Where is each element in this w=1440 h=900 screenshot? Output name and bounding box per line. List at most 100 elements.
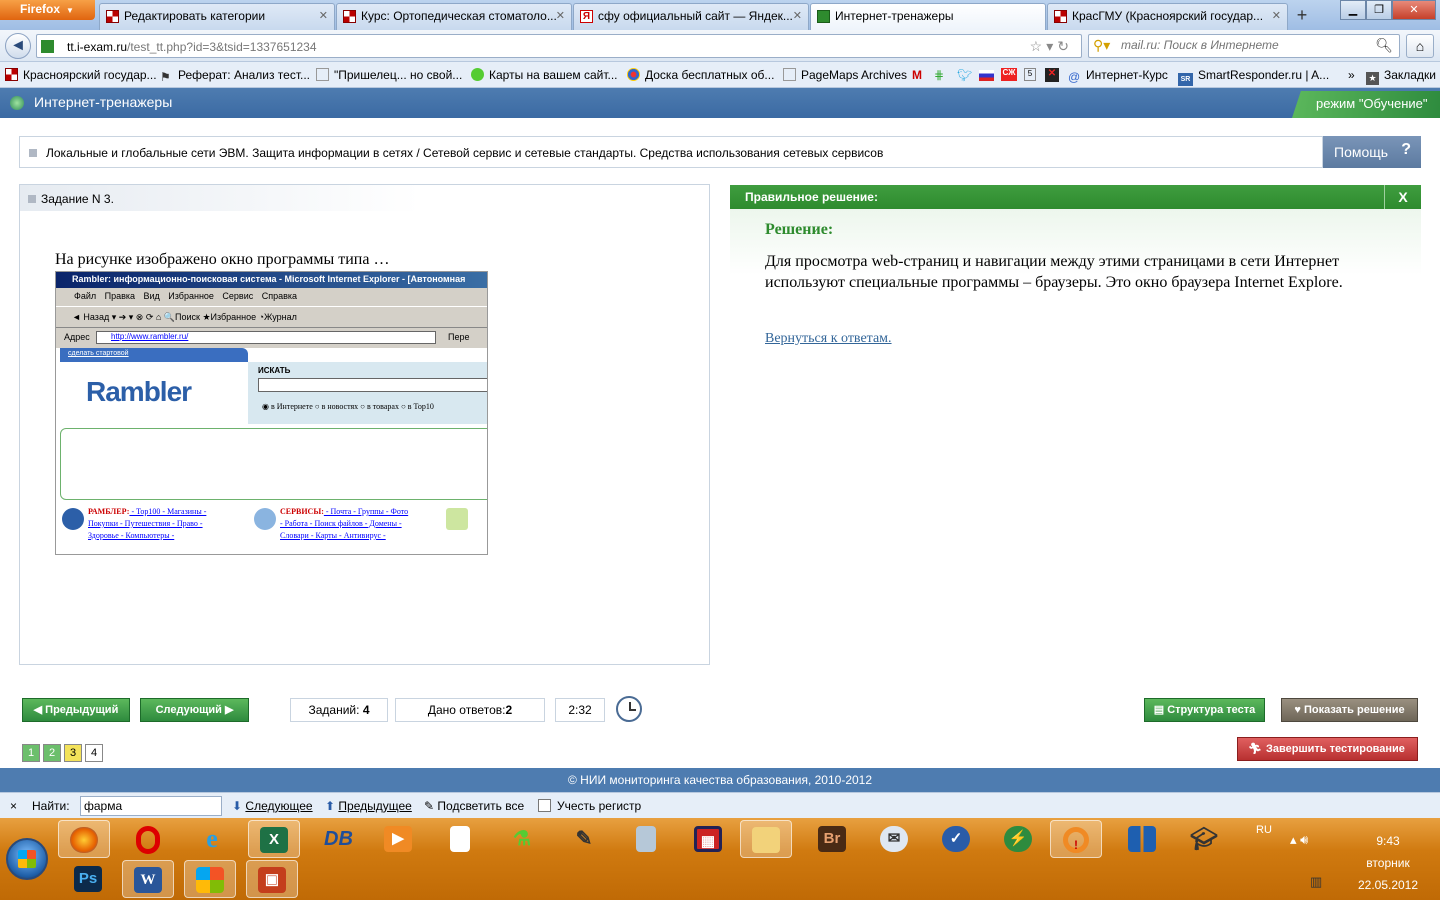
word-icon[interactable]: W [122, 860, 174, 898]
tab-course[interactable]: Курс: Ортопедическая стоматоло... ✕ [336, 3, 572, 30]
tab-edit-categories[interactable]: Редактировать категории ✕ [99, 3, 335, 30]
address-bar[interactable]: tt.i-exam.ru/test_tt.php?id=3&tsid=13376… [36, 34, 1082, 58]
url-domain: tt.i-exam.ru [67, 40, 128, 54]
language-indicator[interactable]: RU [1256, 824, 1272, 836]
volume-icon[interactable]: 🔊︎ [1300, 832, 1308, 847]
question-number[interactable]: 1 [22, 744, 40, 762]
windows-icon[interactable] [184, 860, 236, 898]
bookmarks-menu[interactable]: ★ Закладки [1366, 68, 1436, 85]
next-button[interactable]: Следующий ▶ [140, 698, 249, 722]
arrow-right-icon: ▶ [221, 704, 234, 716]
photoshop-icon[interactable]: Ps [62, 860, 114, 898]
search-box[interactable]: ⚲▾ 🔍︎ [1088, 34, 1400, 58]
bookmark-item[interactable]: Красноярский государ... [5, 68, 157, 82]
firefox-menu-button[interactable]: Firefox ▼ [0, 0, 95, 20]
back-to-answers-link[interactable]: Вернуться к ответам. [765, 331, 892, 347]
tab-yandex[interactable]: Ясфу официальный сайт — Яндек... ✕ [573, 3, 809, 30]
grid-icon[interactable] [1116, 820, 1168, 858]
twitter-icon[interactable]: 🐦︎ [957, 68, 972, 82]
hp-icon[interactable]: ✉ [868, 820, 920, 858]
star-icon[interactable]: ☆ [1030, 38, 1047, 54]
highlight-all-button[interactable]: ✎ Подсветить все [424, 799, 524, 813]
question-number[interactable]: 2 [43, 744, 61, 762]
search-input[interactable] [1121, 38, 1361, 52]
db-icon[interactable]: DB [312, 820, 364, 858]
sk-icon[interactable]: СЖ [1001, 68, 1017, 81]
question-number-current[interactable]: 3 [64, 744, 82, 762]
start-button[interactable] [6, 838, 48, 880]
file-icon[interactable] [434, 820, 486, 858]
bookmarks-more-button[interactable]: » [1348, 68, 1355, 82]
close-icon[interactable]: ✕ [793, 9, 802, 22]
network-tray-icon[interactable]: ▥ [1310, 874, 1322, 890]
security-icon[interactable]: ⚡ [992, 820, 1044, 858]
calculator-icon[interactable] [620, 820, 672, 858]
bookmark-item[interactable]: "Пришелец... но свой... [316, 68, 462, 82]
topic-text: Локальные и глобальные сети ЭВМ. Защита … [46, 146, 884, 160]
find-next-button[interactable]: ⬇ Следующее [232, 799, 313, 813]
bridge-icon[interactable]: Br [806, 820, 858, 858]
close-icon[interactable]: ✕ [556, 9, 565, 22]
help-button[interactable]: Помощь? [1323, 136, 1421, 168]
grid-bookmark-icon[interactable]: ⋕ [934, 68, 944, 82]
chevron-up-icon[interactable]: ▴ [1290, 832, 1297, 847]
globe-icon[interactable]: ✓ [930, 820, 982, 858]
number-icon[interactable]: 5 [1024, 68, 1036, 81]
test-structure-button[interactable]: ▤ Структура теста [1144, 698, 1265, 722]
close-solution-button[interactable]: X [1384, 185, 1421, 209]
reload-icon[interactable]: ↻ [1057, 38, 1073, 54]
tools-icon[interactable]: ✎ [558, 820, 610, 858]
match-case-checkbox[interactable] [538, 799, 551, 812]
find-prev-button[interactable]: ⬆ Предыдущее [325, 799, 412, 813]
alert-icon[interactable]: ! [1050, 820, 1102, 858]
firefox-icon[interactable] [58, 820, 110, 858]
bullet-icon [29, 149, 37, 157]
gmail-icon[interactable]: M [912, 68, 922, 82]
mode-badge: режим "Обучение" [1292, 91, 1440, 118]
media-icon[interactable]: ▶ [372, 820, 424, 858]
find-input[interactable] [80, 796, 222, 816]
network-icon[interactable]: ⚗ [496, 820, 548, 858]
close-icon[interactable]: × [10, 799, 17, 813]
bookmark-item[interactable]: Доска бесплатных об... [627, 68, 774, 82]
search-engine-icon[interactable]: ⚲▾ [1093, 37, 1110, 54]
question-image: Rambler: информационно-поисковая система… [55, 271, 488, 555]
powerpoint-icon[interactable]: ▣ [246, 860, 298, 898]
tab-krasgmu[interactable]: КрасГМУ (Красноярский государ... ✕ [1047, 3, 1288, 30]
window-close-button[interactable]: ✕ [1392, 0, 1436, 20]
excel-icon[interactable]: X [248, 820, 300, 858]
save-icon[interactable]: ▦ [682, 820, 734, 858]
ie-icon[interactable]: e [186, 820, 238, 858]
restore-button[interactable]: ❐ [1366, 0, 1392, 20]
minimize-button[interactable]: ▁ [1340, 0, 1366, 20]
clock[interactable]: 9:43 вторник 22.05.2012 [1348, 830, 1428, 896]
question-icon: ? [1401, 141, 1411, 158]
chess-icon [106, 10, 119, 23]
bookmark-item[interactable]: ⚑ Реферат: Анализ тест... [160, 68, 310, 84]
bookmark-item[interactable]: SR SmartResponder.ru | A... [1178, 68, 1329, 86]
back-arrow-icon[interactable]: ◄ [5, 33, 31, 59]
question-number[interactable]: 4 [85, 744, 103, 762]
new-tab-button[interactable]: + [1289, 4, 1315, 28]
site-footer: © НИИ мониторинга качества образования, … [0, 768, 1440, 792]
close-icon[interactable]: ✕ [319, 9, 328, 22]
search-icon[interactable]: 🔍︎ [1375, 37, 1393, 54]
x-icon[interactable]: ✕ [1045, 68, 1059, 82]
bookmark-item[interactable]: @ Интернет-Курс [1068, 68, 1168, 84]
tab-trainers[interactable]: Интернет-тренажеры [810, 3, 1046, 30]
topic-bar: Локальные и глобальные сети ЭВМ. Защита … [19, 136, 1323, 168]
russia-flag-icon[interactable] [979, 70, 994, 81]
explorer-icon[interactable] [740, 820, 792, 858]
previous-button[interactable]: ◀ Предыдущий [22, 698, 130, 722]
bookmark-item[interactable]: Карты на вашем сайт... [471, 68, 618, 82]
close-icon[interactable]: ✕ [1272, 9, 1281, 22]
chevron-down-icon[interactable]: ▾ [1046, 38, 1057, 54]
arrow-left-icon: ◀ [33, 704, 46, 716]
opera-icon[interactable] [122, 820, 174, 858]
show-solution-button[interactable]: ♥ Показать решение [1281, 698, 1418, 722]
graduation-icon[interactable]: 🎓︎ [1178, 820, 1230, 858]
finish-test-button[interactable]: 🏃︎ Завершить тестирование [1237, 737, 1418, 761]
bookmark-item[interactable]: PageMaps Archives [783, 68, 907, 82]
navigation-bar: ◄ tt.i-exam.ru/test_tt.php?id=3&tsid=133… [0, 30, 1440, 62]
home-icon[interactable]: ⌂ [1406, 34, 1434, 58]
